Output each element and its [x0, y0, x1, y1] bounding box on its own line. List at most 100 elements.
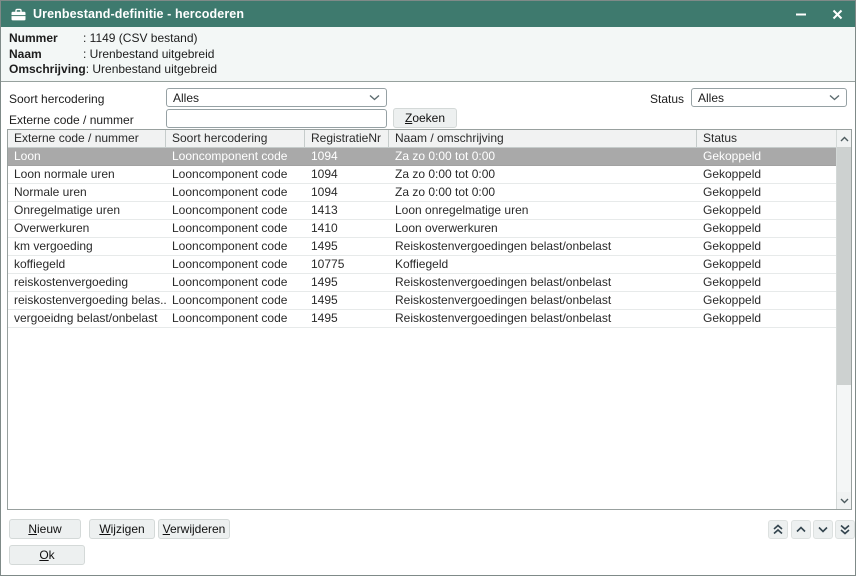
- cell-registratienr: 1094: [305, 148, 389, 165]
- nummer-label: Nummer: [9, 31, 83, 47]
- cell-externe-code: Loon: [8, 148, 166, 165]
- omschrijving-value: : Urenbestand uitgebreid: [86, 62, 217, 78]
- vertical-scrollbar[interactable]: [836, 130, 851, 509]
- cell-naam: Za zo 0:00 tot 0:00: [389, 184, 697, 201]
- chevron-down-icon[interactable]: [837, 492, 851, 509]
- table-row[interactable]: Normale uren Looncomponent code 1094 Za …: [8, 184, 836, 202]
- dialog-window: Urenbestand-definitie - hercoderen Numme…: [0, 0, 856, 576]
- column-header-naam-omschrijving[interactable]: Naam / omschrijving: [389, 130, 697, 147]
- cell-registratienr: 1094: [305, 184, 389, 201]
- cell-soort: Looncomponent code: [166, 256, 305, 273]
- double-chevron-down-icon[interactable]: [835, 520, 855, 539]
- cell-externe-code: koffiegeld: [8, 256, 166, 273]
- cell-registratienr: 1410: [305, 220, 389, 237]
- cell-naam: Loon onregelmatige uren: [389, 202, 697, 219]
- externe-code-label: Externe code / nummer: [9, 113, 134, 127]
- soort-hercodering-value: Alles: [173, 91, 199, 105]
- column-header-externe-code[interactable]: Externe code / nummer: [8, 130, 166, 147]
- cell-registratienr: 1495: [305, 274, 389, 291]
- soort-hercodering-label: Soort hercodering: [9, 92, 104, 106]
- cell-externe-code: Loon normale uren: [8, 166, 166, 183]
- cell-soort: Looncomponent code: [166, 202, 305, 219]
- cell-externe-code: Overwerkuren: [8, 220, 166, 237]
- cell-registratienr: 10775: [305, 256, 389, 273]
- cell-registratienr: 1495: [305, 238, 389, 255]
- wijzigen-button[interactable]: Wijzigen: [89, 519, 155, 539]
- close-icon[interactable]: [829, 6, 845, 22]
- column-header-status[interactable]: Status: [697, 130, 836, 147]
- minimize-icon[interactable]: [793, 6, 809, 22]
- cell-status: Gekoppeld: [697, 292, 836, 309]
- chevron-down-icon: [829, 94, 840, 101]
- table-row[interactable]: koffiegeld Looncomponent code 10775 Koff…: [8, 256, 836, 274]
- cell-externe-code: Normale uren: [8, 184, 166, 201]
- scrollbar-thumb[interactable]: [837, 147, 851, 385]
- cell-soort: Looncomponent code: [166, 310, 305, 327]
- cell-soort: Looncomponent code: [166, 238, 305, 255]
- soort-hercodering-select[interactable]: Alles: [166, 88, 387, 107]
- chevron-up-icon[interactable]: [837, 130, 851, 147]
- double-chevron-up-icon[interactable]: [768, 520, 788, 539]
- window-title: Urenbestand-definitie - hercoderen: [33, 7, 244, 21]
- cell-registratienr: 1495: [305, 292, 389, 309]
- table-row[interactable]: Loon Looncomponent code 1094 Za zo 0:00 …: [8, 148, 836, 166]
- cell-soort: Looncomponent code: [166, 166, 305, 183]
- table-header-row: Externe code / nummer Soort hercodering …: [8, 130, 836, 148]
- scrollbar-track[interactable]: [837, 385, 851, 492]
- cell-naam: Za zo 0:00 tot 0:00: [389, 148, 697, 165]
- externe-code-input[interactable]: [166, 109, 387, 128]
- cell-naam: Loon overwerkuren: [389, 220, 697, 237]
- cell-soort: Looncomponent code: [166, 148, 305, 165]
- cell-naam: Reiskostenvergoedingen belast/onbelast: [389, 238, 697, 255]
- table-row[interactable]: reiskostenvergoeding belas... Looncompon…: [8, 292, 836, 310]
- cell-status: Gekoppeld: [697, 220, 836, 237]
- cell-externe-code: Onregelmatige uren: [8, 202, 166, 219]
- cell-naam: Za zo 0:00 tot 0:00: [389, 166, 697, 183]
- chevron-up-icon[interactable]: [791, 520, 811, 539]
- zoeken-button[interactable]: Zoeken: [393, 108, 457, 128]
- naam-value: : Urenbestand uitgebreid: [83, 47, 214, 63]
- cell-naam: Koffiegeld: [389, 256, 697, 273]
- chevron-down-icon[interactable]: [813, 520, 833, 539]
- cell-status: Gekoppeld: [697, 256, 836, 273]
- table-row[interactable]: km vergoeding Looncomponent code 1495 Re…: [8, 238, 836, 256]
- cell-status: Gekoppeld: [697, 202, 836, 219]
- status-select[interactable]: Alles: [691, 88, 847, 107]
- cell-externe-code: km vergoeding: [8, 238, 166, 255]
- cell-status: Gekoppeld: [697, 310, 836, 327]
- table-row[interactable]: Overwerkuren Looncomponent code 1410 Loo…: [8, 220, 836, 238]
- cell-soort: Looncomponent code: [166, 220, 305, 237]
- table-row[interactable]: vergoeidng belast/onbelast Looncomponent…: [8, 310, 836, 328]
- column-header-registratienr[interactable]: RegistratieNr: [305, 130, 389, 147]
- cell-registratienr: 1094: [305, 166, 389, 183]
- cell-soort: Looncomponent code: [166, 184, 305, 201]
- nieuw-button[interactable]: Nieuw: [9, 519, 81, 539]
- cell-externe-code: reiskostenvergoeding: [8, 274, 166, 291]
- cell-naam: Reiskostenvergoedingen belast/onbelast: [389, 310, 697, 327]
- cell-status: Gekoppeld: [697, 166, 836, 183]
- cell-status: Gekoppeld: [697, 148, 836, 165]
- record-info-panel: Nummer : 1149 (CSV bestand) Naam : Urenb…: [1, 27, 855, 82]
- chevron-down-icon: [369, 94, 380, 101]
- cell-registratienr: 1495: [305, 310, 389, 327]
- ok-button[interactable]: Ok: [9, 545, 85, 565]
- table-row[interactable]: reiskostenvergoeding Looncomponent code …: [8, 274, 836, 292]
- nummer-value: : 1149 (CSV bestand): [83, 31, 198, 47]
- naam-label: Naam: [9, 47, 83, 63]
- table-row[interactable]: Loon normale uren Looncomponent code 109…: [8, 166, 836, 184]
- cell-status: Gekoppeld: [697, 238, 836, 255]
- cell-status: Gekoppeld: [697, 184, 836, 201]
- verwijderen-button[interactable]: Verwijderen: [158, 519, 230, 539]
- cell-status: Gekoppeld: [697, 274, 836, 291]
- cell-externe-code: reiskostenvergoeding belas...: [8, 292, 166, 309]
- cell-registratienr: 1413: [305, 202, 389, 219]
- omschrijving-label: Omschrijving: [9, 62, 86, 78]
- status-label: Status: [650, 92, 684, 106]
- title-bar: Urenbestand-definitie - hercoderen: [1, 1, 855, 27]
- cell-naam: Reiskostenvergoedingen belast/onbelast: [389, 292, 697, 309]
- cell-naam: Reiskostenvergoedingen belast/onbelast: [389, 274, 697, 291]
- table-row[interactable]: Onregelmatige uren Looncomponent code 14…: [8, 202, 836, 220]
- column-header-soort-hercodering[interactable]: Soort hercodering: [166, 130, 305, 147]
- cell-soort: Looncomponent code: [166, 274, 305, 291]
- cell-externe-code: vergoeidng belast/onbelast: [8, 310, 166, 327]
